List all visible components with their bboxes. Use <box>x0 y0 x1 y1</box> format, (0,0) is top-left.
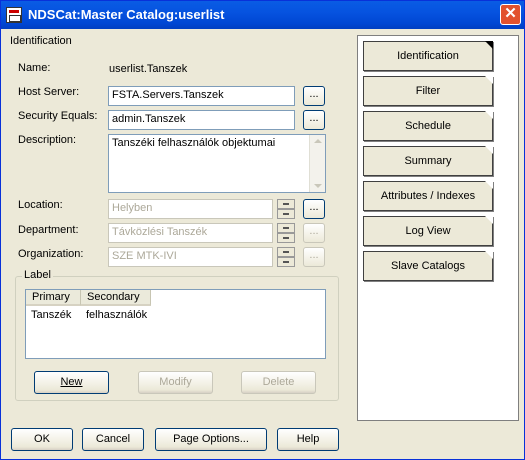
folded-corner-icon <box>485 216 493 224</box>
location-label: Location: <box>18 199 63 211</box>
column-header-primary[interactable]: Primary <box>26 290 81 306</box>
page-tab-label: Summary <box>404 155 452 167</box>
folded-corner-icon <box>485 181 493 189</box>
folded-corner-icon <box>485 76 493 84</box>
folded-corner-icon <box>485 111 493 119</box>
page-tab-identification[interactable]: Identification <box>363 41 493 71</box>
modify-button[interactable]: Modify <box>138 371 213 394</box>
delete-button[interactable]: Delete <box>241 371 316 394</box>
location-spinner[interactable] <box>277 199 295 219</box>
label-list[interactable]: Primary Secondary Tanszék felhasználók <box>25 289 326 359</box>
label-group: Label Primary Secondary Tanszék felhaszn… <box>15 269 339 401</box>
description-field[interactable]: Tanszéki felhasználók objektumai <box>108 134 326 193</box>
page-tab-schedule[interactable]: Schedule <box>363 111 493 141</box>
name-label: Name: <box>18 62 51 74</box>
security-equals-browse-button[interactable]: ... <box>303 110 325 130</box>
page-options-button[interactable]: Page Options... <box>155 428 267 451</box>
folded-corner-icon <box>485 251 493 259</box>
page-tab-label: Attributes / Indexes <box>380 190 476 202</box>
close-button[interactable]: ✕ <box>500 4 521 25</box>
scroll-down-icon <box>314 184 322 188</box>
list-item-secondary: felhasználók <box>86 309 148 321</box>
close-icon: ✕ <box>504 5 517 22</box>
department-label: Department: <box>18 224 79 236</box>
app-icon <box>6 7 22 23</box>
spin-up-icon[interactable] <box>277 223 295 233</box>
identification-group-title: Identification <box>10 35 72 47</box>
label-group-title: Label <box>22 269 53 281</box>
organization-browse-button[interactable]: ... <box>303 247 325 267</box>
new-button[interactable]: New <box>34 371 109 394</box>
page-tab-filter[interactable]: Filter <box>363 76 493 106</box>
list-item[interactable]: Tanszék felhasználók <box>26 308 325 324</box>
description-text: Tanszéki felhasználók objektumai <box>112 137 276 149</box>
scroll-up-icon <box>314 139 322 143</box>
dialog-window: NDSCat:Master Catalog:userlist ✕ Identif… <box>0 0 525 460</box>
title-bar[interactable]: NDSCat:Master Catalog:userlist ✕ <box>1 1 524 29</box>
host-server-browse-button[interactable]: ... <box>303 86 325 106</box>
location-field[interactable]: Helyben <box>108 199 273 219</box>
spin-down-icon[interactable] <box>277 209 295 219</box>
window-title: NDSCat:Master Catalog:userlist <box>28 7 225 22</box>
ok-button[interactable]: OK <box>11 428 73 451</box>
organization-field[interactable]: SZE MTK-IVI <box>108 247 273 267</box>
host-server-label: Host Server: <box>18 86 80 98</box>
page-selector-panel: Identification Filter Schedule Summary A… <box>357 35 519 421</box>
page-tab-summary[interactable]: Summary <box>363 146 493 176</box>
spin-up-icon[interactable] <box>277 199 295 209</box>
department-field[interactable]: Távközlési Tanszék <box>108 223 273 243</box>
page-tab-label: Log View <box>405 225 451 237</box>
page-tab-attributes-indexes[interactable]: Attributes / Indexes <box>363 181 493 211</box>
security-equals-label: Security Equals: <box>18 110 98 122</box>
cancel-button[interactable]: Cancel <box>82 428 144 451</box>
folded-corner-icon <box>485 41 493 49</box>
folded-corner-icon <box>485 146 493 154</box>
spin-down-icon[interactable] <box>277 257 295 267</box>
department-spinner[interactable] <box>277 223 295 243</box>
column-header-secondary[interactable]: Secondary <box>81 290 151 306</box>
name-value: userlist.Tanszek <box>109 63 188 75</box>
page-tab-label: Filter <box>415 85 441 97</box>
help-button[interactable]: Help <box>277 428 339 451</box>
page-tab-log-view[interactable]: Log View <box>363 216 493 246</box>
location-browse-button[interactable]: ... <box>303 199 325 219</box>
organization-label: Organization: <box>18 248 84 260</box>
page-tab-label: Identification <box>397 50 459 62</box>
security-equals-field[interactable]: admin.Tanszek <box>108 110 295 130</box>
page-tab-slave-catalogs[interactable]: Slave Catalogs <box>363 251 493 281</box>
department-browse-button[interactable]: ... <box>303 223 325 243</box>
organization-spinner[interactable] <box>277 247 295 267</box>
page-tab-label: Schedule <box>405 120 451 132</box>
host-server-field[interactable]: FSTA.Servers.Tanszek <box>108 86 295 106</box>
description-label: Description: <box>18 134 77 146</box>
spin-down-icon[interactable] <box>277 233 295 243</box>
description-scrollbar[interactable] <box>309 135 325 192</box>
list-item-primary: Tanszék <box>31 309 72 321</box>
spin-up-icon[interactable] <box>277 247 295 257</box>
page-tab-label: Slave Catalogs <box>391 260 465 272</box>
new-button-label: New <box>60 376 83 388</box>
